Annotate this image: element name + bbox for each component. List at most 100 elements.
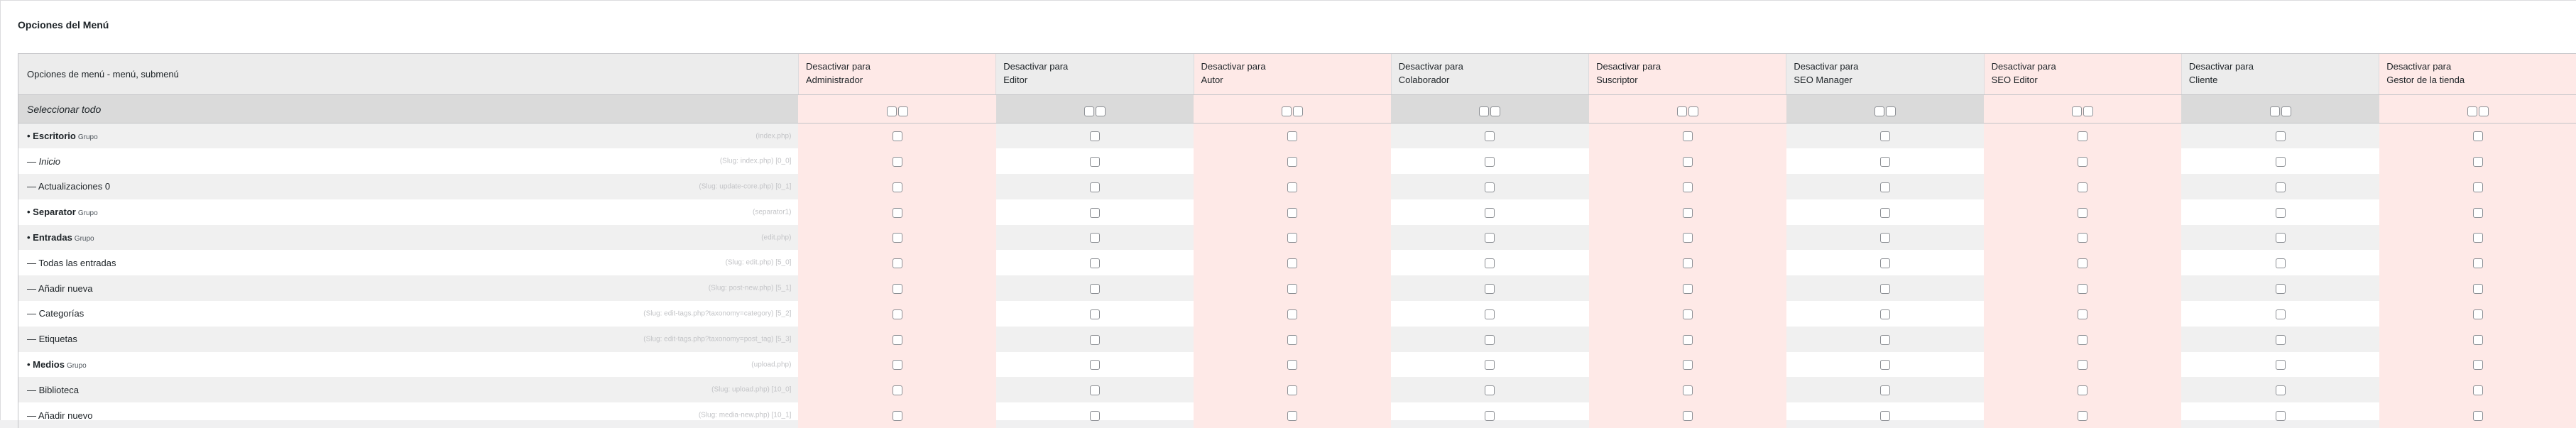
disable-menu-checkbox[interactable]: [2276, 309, 2286, 319]
disable-menu-checkbox[interactable]: [1683, 335, 1693, 345]
disable-menu-checkbox[interactable]: [1287, 335, 1297, 345]
disable-menu-checkbox[interactable]: [2078, 233, 2087, 243]
deselect-all-checkbox[interactable]: [1490, 106, 1500, 116]
disable-menu-checkbox[interactable]: [2276, 335, 2286, 345]
disable-menu-checkbox[interactable]: [1287, 258, 1297, 268]
disable-menu-checkbox[interactable]: [1683, 182, 1693, 192]
deselect-all-checkbox[interactable]: [2479, 106, 2489, 116]
disable-menu-checkbox[interactable]: [2276, 233, 2286, 243]
disable-menu-checkbox[interactable]: [1683, 157, 1693, 167]
disable-menu-checkbox[interactable]: [1287, 284, 1297, 294]
disable-menu-checkbox[interactable]: [2473, 360, 2483, 370]
disable-menu-checkbox[interactable]: [2078, 131, 2087, 141]
disable-menu-checkbox[interactable]: [2276, 157, 2286, 167]
select-all-checkbox[interactable]: [2467, 106, 2477, 116]
disable-menu-checkbox[interactable]: [2276, 385, 2286, 395]
deselect-all-checkbox[interactable]: [1886, 106, 1896, 116]
disable-menu-checkbox[interactable]: [2276, 360, 2286, 370]
disable-menu-checkbox[interactable]: [1683, 233, 1693, 243]
disable-menu-checkbox[interactable]: [1880, 309, 1890, 319]
select-all-checkbox[interactable]: [2072, 106, 2082, 116]
disable-menu-checkbox[interactable]: [893, 208, 902, 218]
disable-menu-checkbox[interactable]: [1090, 208, 1100, 218]
disable-menu-checkbox[interactable]: [1683, 309, 1693, 319]
disable-menu-checkbox[interactable]: [1880, 233, 1890, 243]
deselect-all-checkbox[interactable]: [898, 106, 908, 116]
disable-menu-checkbox[interactable]: [1683, 360, 1693, 370]
deselect-all-checkbox[interactable]: [2083, 106, 2093, 116]
disable-menu-checkbox[interactable]: [2276, 182, 2286, 192]
disable-menu-checkbox[interactable]: [2078, 411, 2087, 421]
disable-menu-checkbox[interactable]: [2473, 233, 2483, 243]
disable-menu-checkbox[interactable]: [2078, 258, 2087, 268]
disable-menu-checkbox[interactable]: [1485, 360, 1495, 370]
disable-menu-checkbox[interactable]: [2078, 284, 2087, 294]
disable-menu-checkbox[interactable]: [1485, 284, 1495, 294]
disable-menu-checkbox[interactable]: [1683, 131, 1693, 141]
disable-menu-checkbox[interactable]: [1880, 157, 1890, 167]
disable-menu-checkbox[interactable]: [2473, 131, 2483, 141]
disable-menu-checkbox[interactable]: [893, 284, 902, 294]
disable-menu-checkbox[interactable]: [1485, 233, 1495, 243]
disable-menu-checkbox[interactable]: [893, 233, 902, 243]
disable-menu-checkbox[interactable]: [1880, 208, 1890, 218]
disable-menu-checkbox[interactable]: [893, 360, 902, 370]
disable-menu-checkbox[interactable]: [2473, 258, 2483, 268]
disable-menu-checkbox[interactable]: [2078, 360, 2087, 370]
disable-menu-checkbox[interactable]: [1880, 131, 1890, 141]
disable-menu-checkbox[interactable]: [893, 131, 902, 141]
disable-menu-checkbox[interactable]: [893, 157, 902, 167]
disable-menu-checkbox[interactable]: [1485, 182, 1495, 192]
disable-menu-checkbox[interactable]: [2078, 309, 2087, 319]
disable-menu-checkbox[interactable]: [1090, 157, 1100, 167]
disable-menu-checkbox[interactable]: [1090, 182, 1100, 192]
select-all-checkbox[interactable]: [2270, 106, 2280, 116]
disable-menu-checkbox[interactable]: [2276, 411, 2286, 421]
disable-menu-checkbox[interactable]: [2473, 335, 2483, 345]
disable-menu-checkbox[interactable]: [2276, 284, 2286, 294]
disable-menu-checkbox[interactable]: [2473, 284, 2483, 294]
deselect-all-checkbox[interactable]: [1096, 106, 1106, 116]
disable-menu-checkbox[interactable]: [893, 385, 902, 395]
disable-menu-checkbox[interactable]: [1485, 208, 1495, 218]
disable-menu-checkbox[interactable]: [1485, 157, 1495, 167]
disable-menu-checkbox[interactable]: [1880, 385, 1890, 395]
deselect-all-checkbox[interactable]: [1293, 106, 1303, 116]
disable-menu-checkbox[interactable]: [893, 411, 902, 421]
disable-menu-checkbox[interactable]: [1090, 335, 1100, 345]
disable-menu-checkbox[interactable]: [1287, 411, 1297, 421]
disable-menu-checkbox[interactable]: [1485, 335, 1495, 345]
disable-menu-checkbox[interactable]: [2276, 258, 2286, 268]
disable-menu-checkbox[interactable]: [1880, 258, 1890, 268]
select-all-checkbox[interactable]: [1282, 106, 1292, 116]
disable-menu-checkbox[interactable]: [2473, 182, 2483, 192]
disable-menu-checkbox[interactable]: [1287, 208, 1297, 218]
disable-menu-checkbox[interactable]: [1090, 309, 1100, 319]
select-all-checkbox[interactable]: [1874, 106, 1884, 116]
disable-menu-checkbox[interactable]: [2078, 182, 2087, 192]
select-all-checkbox[interactable]: [887, 106, 897, 116]
disable-menu-checkbox[interactable]: [2078, 385, 2087, 395]
disable-menu-checkbox[interactable]: [2473, 411, 2483, 421]
disable-menu-checkbox[interactable]: [893, 335, 902, 345]
disable-menu-checkbox[interactable]: [1287, 131, 1297, 141]
disable-menu-checkbox[interactable]: [1485, 131, 1495, 141]
disable-menu-checkbox[interactable]: [1287, 182, 1297, 192]
disable-menu-checkbox[interactable]: [893, 309, 902, 319]
disable-menu-checkbox[interactable]: [2078, 157, 2087, 167]
disable-menu-checkbox[interactable]: [2078, 335, 2087, 345]
disable-menu-checkbox[interactable]: [1880, 335, 1890, 345]
disable-menu-checkbox[interactable]: [1683, 385, 1693, 395]
disable-menu-checkbox[interactable]: [1880, 284, 1890, 294]
disable-menu-checkbox[interactable]: [1880, 182, 1890, 192]
disable-menu-checkbox[interactable]: [1287, 233, 1297, 243]
select-all-checkbox[interactable]: [1479, 106, 1489, 116]
disable-menu-checkbox[interactable]: [1683, 284, 1693, 294]
disable-menu-checkbox[interactable]: [1287, 385, 1297, 395]
disable-menu-checkbox[interactable]: [2078, 208, 2087, 218]
disable-menu-checkbox[interactable]: [1485, 385, 1495, 395]
disable-menu-checkbox[interactable]: [893, 182, 902, 192]
disable-menu-checkbox[interactable]: [1880, 411, 1890, 421]
disable-menu-checkbox[interactable]: [1485, 309, 1495, 319]
deselect-all-checkbox[interactable]: [1688, 106, 1698, 116]
